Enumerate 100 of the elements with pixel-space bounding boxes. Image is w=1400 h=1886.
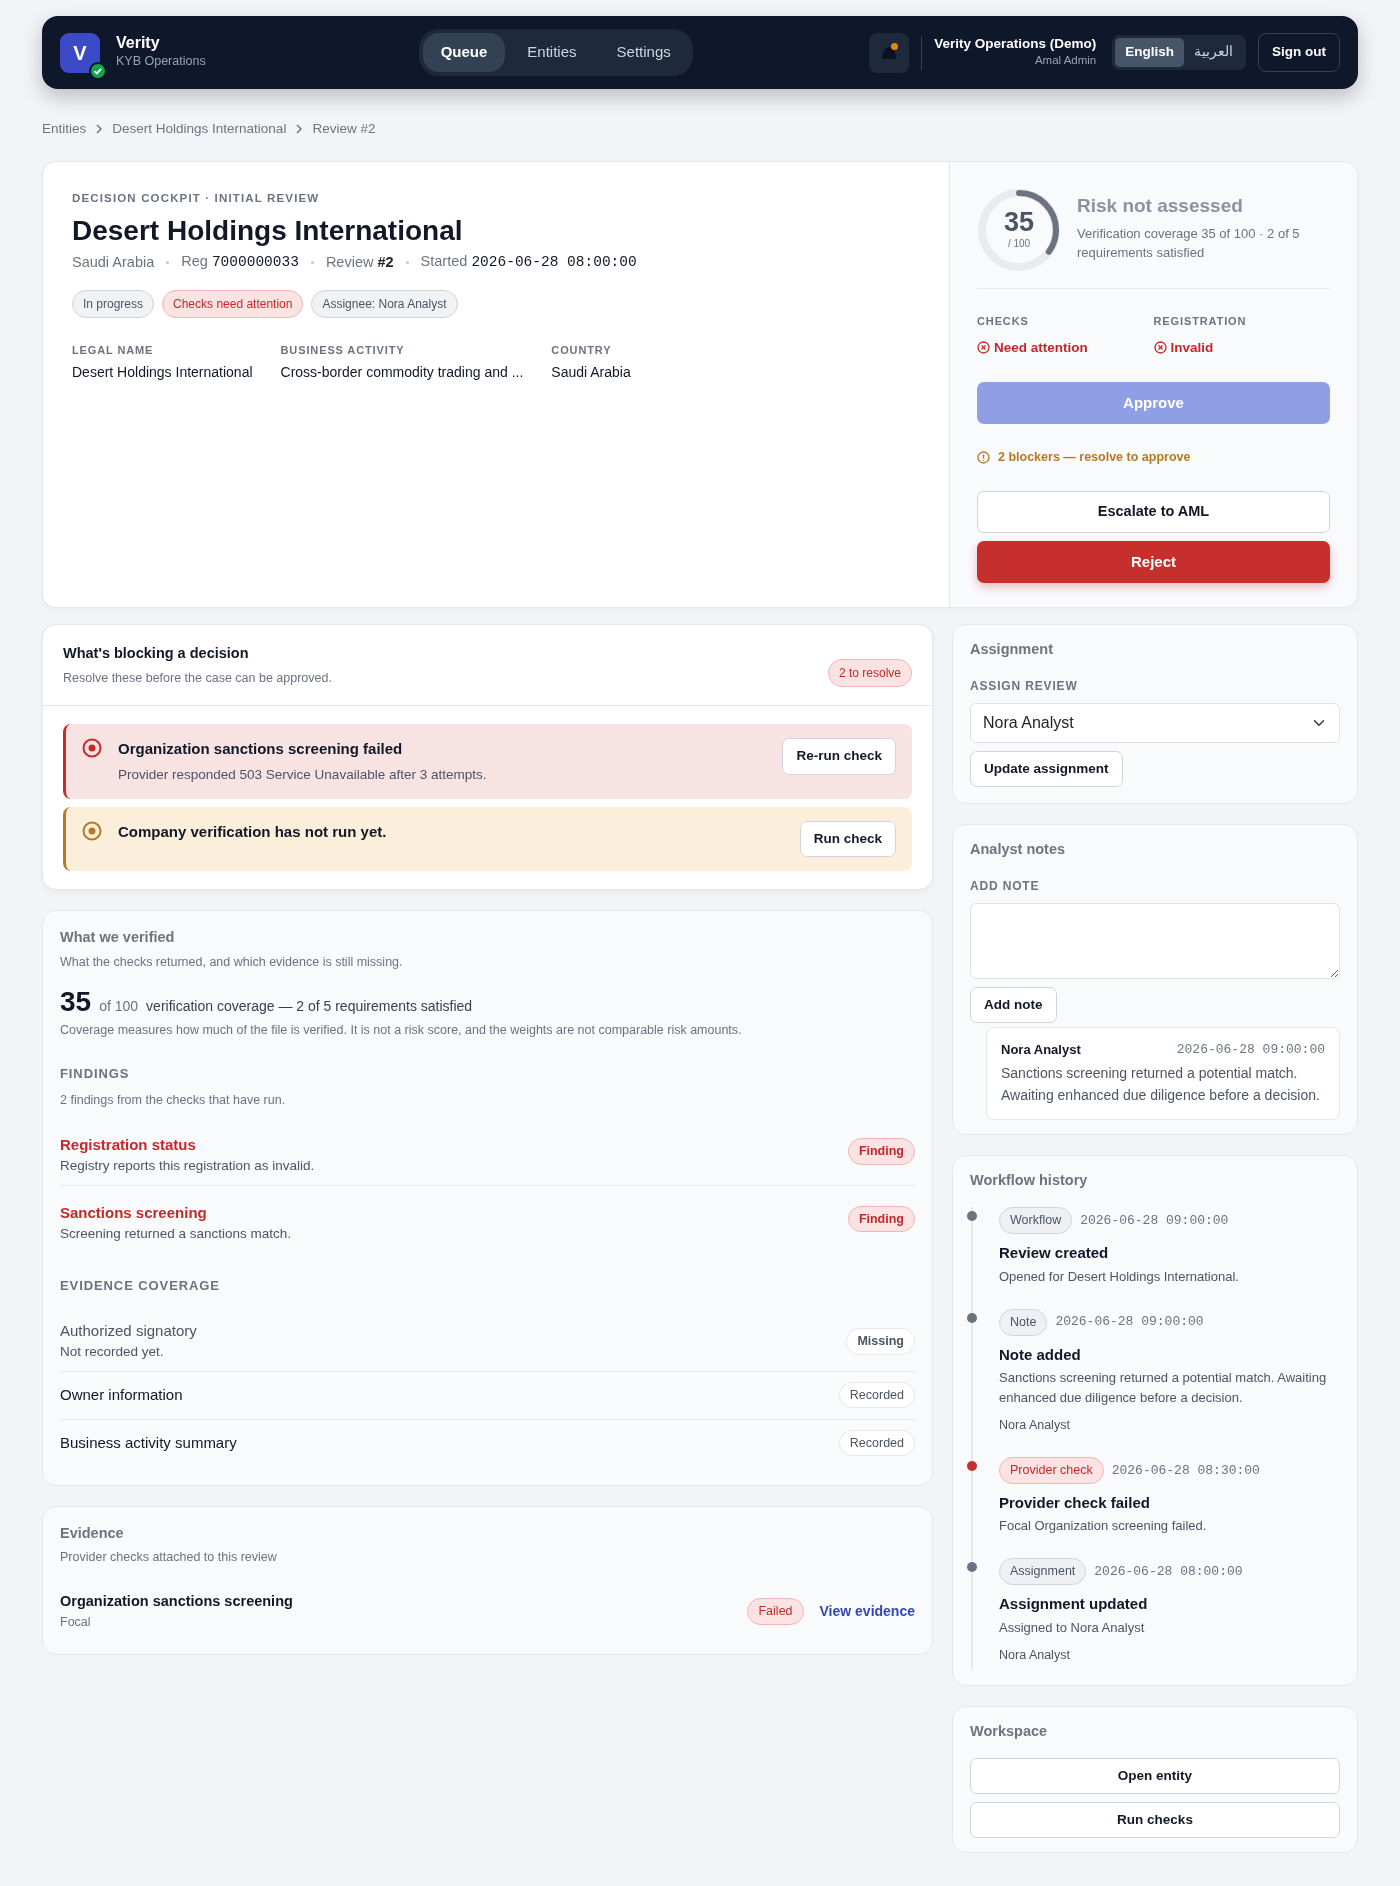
- nav-tab[interactable]: Queue: [422, 33, 506, 72]
- evidence-badge: Recorded: [838, 1381, 915, 1409]
- org-name: Verity Operations (Demo): [934, 35, 1097, 52]
- risk-description: Verification coverage 35 of 100 · 2 of 5 requirements satisfied: [1077, 224, 1301, 262]
- field-value: Desert Holdings International: [72, 363, 253, 383]
- separator-dot: [166, 260, 170, 264]
- entity-title: Desert Holdings International: [72, 213, 464, 248]
- event-title: Assignment updated: [999, 1594, 1149, 1615]
- escalate-button[interactable]: Escalate to AML: [977, 490, 1330, 533]
- reject-button[interactable]: Reject: [977, 540, 1330, 583]
- field-label: ADD NOTE: [970, 877, 1041, 895]
- coverage-text: verification coverage — 2 of 5 requirements satisfied: [146, 996, 473, 1016]
- card-title: Evidence: [60, 1523, 125, 1543]
- event-tag: Note: [999, 1308, 1048, 1336]
- app-subtitle: KYB Operations: [116, 52, 206, 70]
- update-assignment-button[interactable]: Update assignment: [970, 750, 1123, 787]
- field-label: ASSIGN REVIEW: [970, 677, 1079, 695]
- meta-item: Review #2: [325, 252, 394, 272]
- section-note: 2 findings from the checks that have run.: [60, 1092, 287, 1109]
- target-icon: [82, 738, 102, 759]
- breadcrumb-link[interactable]: Review #2: [312, 119, 376, 140]
- language-option[interactable]: العربية: [1184, 38, 1243, 67]
- eyebrow-label: DECISION COCKPIT · INITIAL REVIEW: [72, 191, 321, 207]
- card-title: Analyst notes: [970, 839, 1067, 859]
- event-detail: Sanctions screening returned a potential match. Awaiting enhanced due diligence before a decision.: [999, 1369, 1328, 1408]
- alert-title: Organization sanctions screening failed: [118, 739, 404, 760]
- check-button[interactable]: Run check: [799, 821, 896, 858]
- notifications-button[interactable]: [869, 32, 910, 73]
- event-tag: Provider check: [999, 1457, 1104, 1484]
- card-title: What we verified: [60, 928, 176, 948]
- field-label: COUNTRY: [551, 342, 613, 358]
- finding-title: Sanctions screening: [60, 1202, 208, 1223]
- status-chip: Assignee: Nora Analyst: [311, 289, 458, 318]
- status-chip: Checks need attention: [162, 289, 304, 318]
- nav-tab[interactable]: Settings: [598, 33, 689, 72]
- nav-tab[interactable]: Entities: [509, 33, 595, 72]
- check-button[interactable]: Re-run check: [782, 738, 896, 775]
- score-max: / 100: [1007, 237, 1031, 252]
- status-label: CHECKS: [977, 314, 1030, 330]
- card-title: Assignment: [970, 639, 1054, 659]
- card-title: Workflow history: [970, 1170, 1089, 1190]
- card-title: Workspace: [970, 1721, 1049, 1741]
- card-subtitle: Provider checks attached to this review: [60, 1549, 278, 1567]
- view-evidence-link[interactable]: View evidence: [819, 1600, 915, 1622]
- assignee-select[interactable]: Nora Analyst: [970, 702, 1340, 743]
- risk-title: Risk not assessed: [1077, 194, 1244, 219]
- add-note-button[interactable]: Add note: [970, 986, 1057, 1023]
- status-label: REGISTRATION: [1153, 314, 1248, 330]
- separator-dot: [310, 260, 314, 264]
- event-detail: Opened for Desert Holdings International.: [999, 1267, 1240, 1286]
- coverage-note: Coverage measures how much of the file is verified. It is not a risk score, and the weights are not comparable risk amounts.: [60, 1021, 743, 1039]
- event-title: Provider check failed: [999, 1492, 1151, 1513]
- section-heading: EVIDENCE COVERAGE: [60, 1277, 221, 1296]
- app-name: Verity: [116, 34, 161, 52]
- provider-name: Focal: [60, 1613, 92, 1631]
- workspace-button[interactable]: Open entity: [970, 1758, 1340, 1795]
- meta-item: Reg 7000000033: [181, 252, 299, 273]
- sign-out-button[interactable]: Sign out: [1258, 33, 1340, 72]
- event-tag: Assignment: [999, 1558, 1087, 1586]
- note-author: Nora Analyst: [1001, 1040, 1081, 1059]
- error-icon: [977, 341, 990, 355]
- card-subtitle: Resolve these before the case can be approved.: [63, 669, 332, 687]
- card-subtitle: What the checks returned, and which evidence is still missing.: [60, 954, 404, 971]
- separator-dot: [405, 260, 409, 264]
- event-time: 2026-06-28 08:00:00: [1094, 1563, 1243, 1582]
- event-tag: Workflow: [999, 1207, 1073, 1235]
- finding-detail: Registry reports this registration as invalid.: [60, 1157, 315, 1176]
- bell-icon: [882, 47, 897, 60]
- evidence-title: Authorized signatory: [60, 1320, 197, 1341]
- workspace-button[interactable]: Run checks: [970, 1802, 1340, 1839]
- event-time: 2026-06-28 09:00:00: [1080, 1212, 1229, 1230]
- finding-badge: Finding: [847, 1205, 915, 1233]
- card-title: What's blocking a decision: [63, 643, 250, 663]
- meta-item: Saudi Arabia: [72, 252, 155, 272]
- meta-item: Started 2026-06-28 08:00:00: [420, 252, 637, 273]
- event-title: Review created: [999, 1243, 1110, 1264]
- evidence-detail: Not recorded yet.: [60, 1343, 165, 1362]
- note-input[interactable]: [970, 902, 1340, 979]
- alert-detail: Provider responded 503 Service Unavailable after 3 attempts.: [118, 765, 487, 784]
- language-option[interactable]: English: [1115, 38, 1184, 67]
- breadcrumb-link[interactable]: Entities: [42, 119, 87, 140]
- event-time: 2026-06-28 08:30:00: [1111, 1461, 1260, 1480]
- field-value: Cross-border commodity trading and ...: [280, 363, 524, 383]
- evidence-title: Owner information: [60, 1384, 183, 1405]
- evidence-title: Business activity summary: [60, 1432, 237, 1453]
- finding-badge: Finding: [847, 1137, 915, 1165]
- section-heading: FINDINGS: [60, 1064, 131, 1083]
- target-icon: [82, 821, 102, 841]
- user-name: Amal Admin: [1033, 52, 1097, 68]
- event-author: Nora Analyst: [999, 1646, 1071, 1664]
- coverage-score: 35: [60, 987, 92, 1016]
- breadcrumb-link[interactable]: Desert Holdings International: [112, 119, 287, 140]
- note-text: Sanctions screening returned a potential match. Awaiting enhanced due diligence before a decision.: [1001, 1064, 1321, 1105]
- error-icon: [1153, 341, 1167, 355]
- evidence-badge: Recorded: [838, 1429, 915, 1457]
- status-value: Need attention: [994, 338, 1088, 357]
- evidence-title: Organization sanctions screening: [60, 1592, 293, 1611]
- blocker-note: 2 blockers — resolve to approve: [998, 449, 1191, 466]
- evidence-badge: Missing: [846, 1327, 915, 1355]
- score-value: 35: [1003, 209, 1034, 237]
